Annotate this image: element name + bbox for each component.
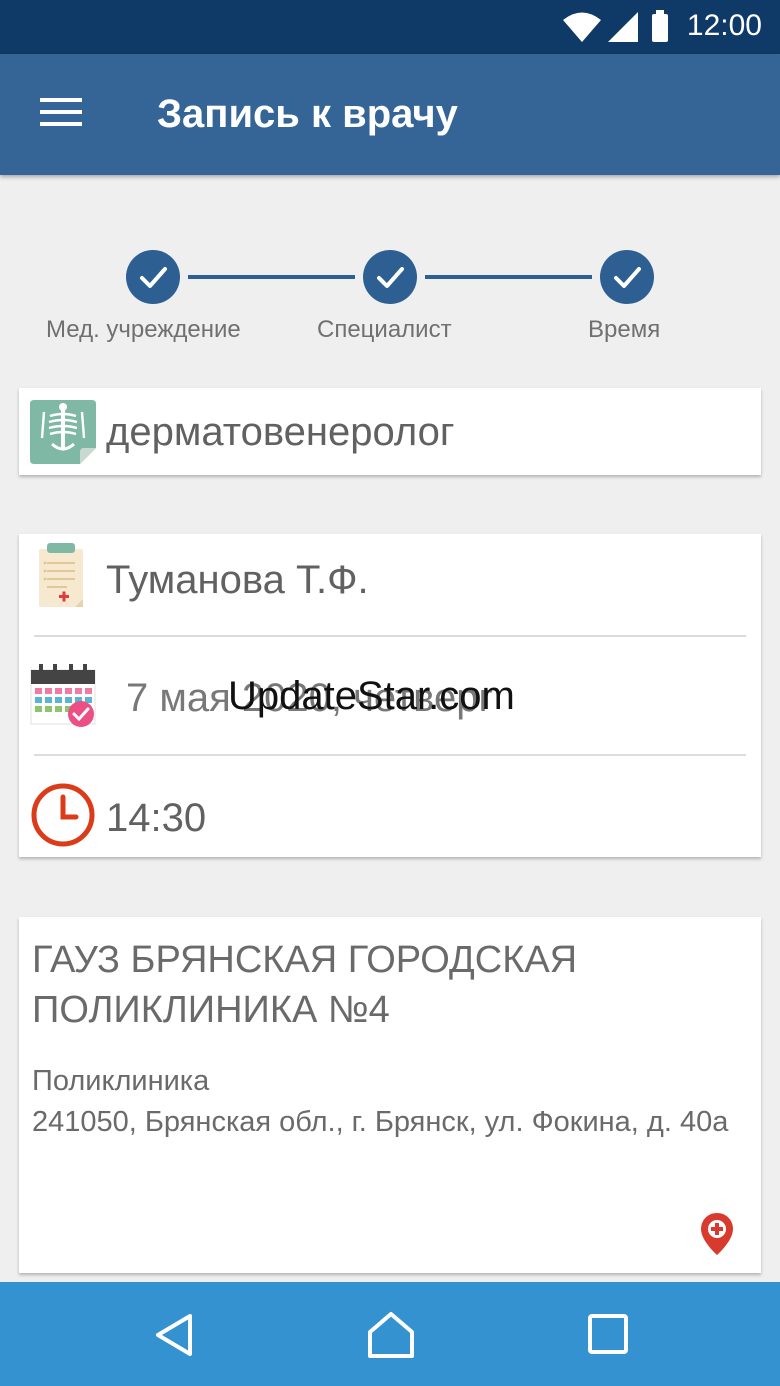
- divider: [34, 754, 746, 756]
- step-connector: [425, 275, 592, 279]
- back-button[interactable]: [150, 1310, 200, 1360]
- doctor-row-icon: [37, 543, 87, 614]
- status-bar: 12:00: [0, 0, 780, 54]
- app-bar: Запись к врачу: [0, 54, 780, 175]
- battery-icon: [652, 14, 668, 42]
- check-icon: [140, 267, 167, 288]
- step-1-label: Мед. учреждение: [46, 316, 241, 343]
- status-time: 12:00: [686, 9, 762, 42]
- specialty-card[interactable]: дерматовенеролог: [19, 388, 761, 475]
- step-connector: [188, 275, 355, 279]
- appointment-time: 14:30: [106, 796, 207, 840]
- home-button[interactable]: [366, 1310, 416, 1360]
- progress-stepper: Мед. учреждение Специалист Время: [0, 250, 780, 350]
- step-3-circle[interactable]: [600, 250, 654, 304]
- specialty-name: дерматовенеролог: [106, 410, 455, 454]
- clock-icon: [31, 783, 95, 847]
- clinic-card[interactable]: ГАУЗ БРЯНСКАЯ ГОРОДСКАЯ ПОЛИКЛИНИКА №4 П…: [19, 917, 761, 1273]
- map-pin-button[interactable]: [699, 1211, 735, 1262]
- home-icon: [368, 1312, 414, 1358]
- time-row-icon: [30, 782, 96, 853]
- map-pin-icon: [701, 1213, 733, 1255]
- step-2-label: Специалист: [317, 316, 452, 343]
- step-3-label: Время: [588, 316, 661, 343]
- status-icons: [560, 8, 670, 49]
- watermark-text: UpdateStar.com: [228, 674, 515, 718]
- menu-button[interactable]: [38, 94, 84, 134]
- back-icon: [156, 1314, 192, 1356]
- recents-icon: [588, 1314, 628, 1354]
- status-icons-group: [563, 10, 668, 42]
- xray-icon: [30, 400, 96, 464]
- clinic-type: Поликлиника: [32, 1065, 210, 1097]
- hamburger-menu-icon: [40, 98, 82, 126]
- check-icon: [377, 267, 404, 288]
- step-2-circle[interactable]: [363, 250, 417, 304]
- clinic-name: ГАУЗ БРЯНСКАЯ ГОРОДСКАЯ ПОЛИКЛИНИКА №4: [32, 939, 578, 1031]
- check-icon: [614, 267, 641, 288]
- calendar-icon: [30, 664, 96, 727]
- step-1-circle[interactable]: [126, 250, 180, 304]
- clinic-address: 241050, Брянская обл., г. Брянск, ул. Фо…: [32, 1106, 729, 1138]
- specialty-icon-wrap: [30, 400, 96, 469]
- page-title: Запись к врачу: [157, 92, 458, 136]
- wifi-icon: [563, 12, 601, 42]
- divider: [34, 635, 746, 637]
- recents-button[interactable]: [584, 1310, 634, 1360]
- system-nav-bar: [0, 1282, 780, 1386]
- signal-icon: [608, 12, 638, 42]
- date-row-icon: [29, 664, 97, 735]
- doctor-name: Туманова Т.Ф.: [106, 558, 369, 602]
- medical-record-icon: [39, 543, 83, 607]
